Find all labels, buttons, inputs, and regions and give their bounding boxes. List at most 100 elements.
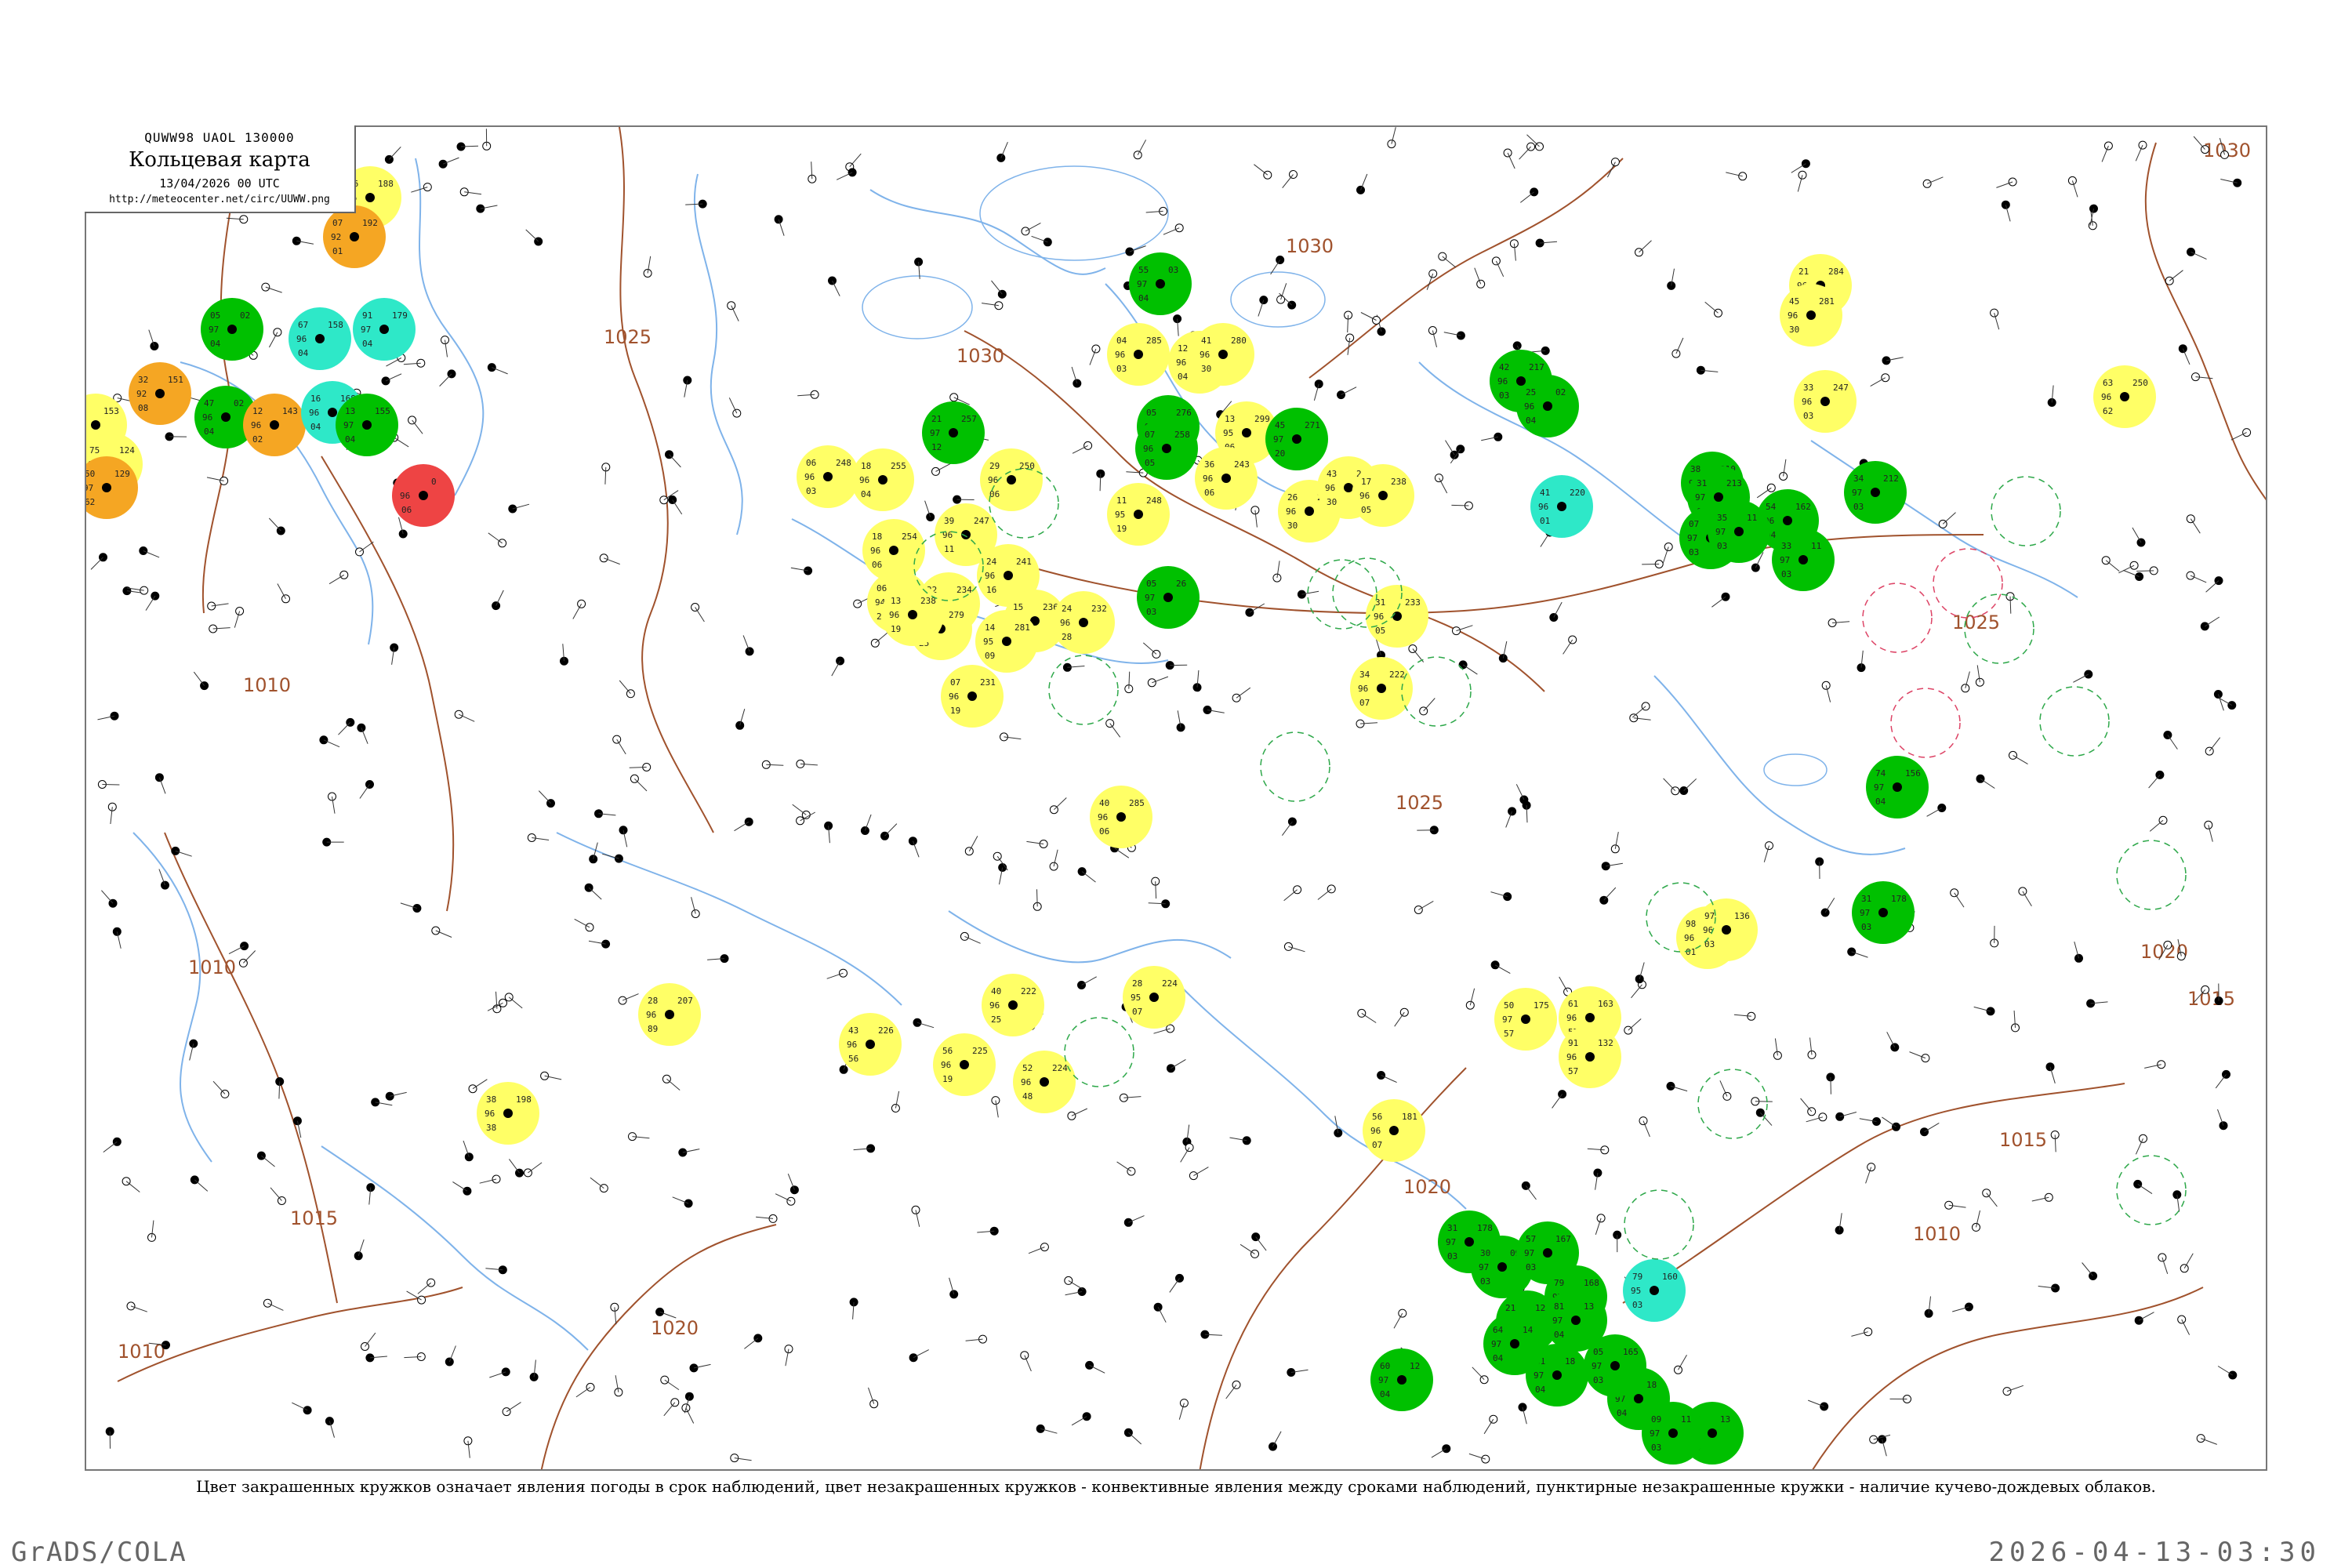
wind-barb (1472, 1367, 1485, 1381)
station-value: 62 (86, 497, 95, 507)
wind-barb (2183, 1253, 2194, 1269)
wind-barb (695, 607, 705, 622)
station-value: 26 (1287, 492, 1298, 503)
station-dot (1510, 1339, 1519, 1348)
station-value: 96 (988, 475, 998, 485)
wind-barb (1606, 162, 1616, 178)
wind-barb (359, 784, 370, 799)
station-yellow[interactable]: 139619238 (881, 583, 944, 646)
station-green[interactable]: 13 97 04 155 (336, 394, 398, 456)
station-green[interactable]: 55 97 04 03 (1129, 252, 1192, 315)
station-value: 47 (204, 398, 214, 408)
station-yellow[interactable]: 33 96 03 247 (1794, 370, 1857, 433)
wind-barb (1603, 887, 1617, 901)
station-marker (997, 289, 1007, 299)
station-marker (412, 904, 422, 913)
station-marker (463, 1186, 472, 1196)
station-yellow[interactable]: 14 95 09 281 (975, 610, 1038, 673)
station-marker (2165, 276, 2174, 285)
station-green[interactable]: 74 97 04 156 (1866, 756, 1929, 818)
station-yellow[interactable]: 28 96 89 207 (638, 983, 701, 1046)
station-value: 254 (902, 532, 917, 542)
station-yellow[interactable]: 41 96 30 280 (1192, 323, 1254, 386)
station-green[interactable]: 34 97 03 212 (1844, 461, 1907, 524)
station-value: 212 (1883, 474, 1899, 484)
station-value: 96 (1370, 1126, 1381, 1136)
station-value: 03 (1781, 569, 1791, 579)
wind-barb (1282, 174, 1294, 189)
station-yellow[interactable]: 56 96 07 181 (1363, 1099, 1425, 1162)
station-value: 96 (985, 571, 995, 581)
station-dot (379, 325, 389, 334)
wind-barb (103, 1141, 118, 1152)
station-value: 0 (431, 477, 437, 487)
station-yellow[interactable]: 24 96 28 232 (1052, 591, 1115, 654)
station-value: 143 (282, 406, 298, 416)
wind-barb (792, 804, 807, 815)
station-orange[interactable]: 12 96 02 143 (243, 394, 306, 456)
station-yellow[interactable]: 28 95 07 224 (1123, 966, 1185, 1029)
map-url[interactable]: http://meteocenter.net/circ/UUWW.png (85, 194, 354, 205)
station-dot (270, 420, 279, 430)
station-marker (853, 599, 862, 608)
station-yellow[interactable]: 43 96 56 226 (839, 1013, 902, 1076)
station-green[interactable]: 64 97 04 14 (1483, 1312, 1546, 1375)
station-dot (1820, 397, 1830, 406)
station-value: 18 (1565, 1356, 1575, 1367)
station-yellow[interactable]: 34 96 07 222 (1350, 657, 1413, 720)
station-cyan[interactable]: 79 95 03 160 (1623, 1259, 1686, 1322)
isobar-label: 1020 (1403, 1176, 1451, 1198)
station-yellow[interactable]: 979603136 (1695, 898, 1758, 961)
station-value: 43 (848, 1025, 858, 1036)
station-value: 03 (1499, 390, 1509, 401)
station-green[interactable]: 05 97 03 26 (1137, 566, 1200, 629)
station-yellow[interactable]: 91 96 57 132 (1559, 1025, 1621, 1088)
station-yellow[interactable]: 17 96 05 238 (1352, 464, 1414, 527)
station-green[interactable]: 60 97 04 12 (1370, 1348, 1433, 1411)
station-yellow[interactable]: 36 96 06 243 (1195, 447, 1258, 510)
wind-barb (775, 1193, 792, 1202)
station-yellow[interactable]: 45 96 30 281 (1780, 284, 1842, 347)
station-green[interactable]: 21 97 12 257 (922, 401, 985, 464)
station-yellow[interactable]: 50 97 57 175 (1494, 988, 1557, 1051)
station-yellow[interactable]: 18 96 04 255 (851, 448, 914, 511)
station-yellow[interactable]: 40 96 06 285 (1090, 786, 1152, 848)
station-orange[interactable]: 32 92 08 151 (129, 362, 191, 425)
station-orange[interactable]: 07 92 01 192 (323, 205, 386, 268)
wind-barb (2230, 432, 2247, 441)
station-cyan[interactable]: 67 96 04 158 (289, 307, 351, 370)
station-marker (1387, 140, 1396, 149)
station-green[interactable]: 33 97 03 11 (1772, 528, 1835, 591)
station-yellow[interactable]: 63 96 62 250 (2093, 365, 2156, 428)
station-yellow[interactable]: 56 96 19 225 (933, 1033, 996, 1096)
cb-rings (913, 468, 2187, 1260)
station-value: 55 (1138, 265, 1149, 275)
station-yellow[interactable]: 06 96 03 248 (797, 445, 859, 508)
map-frame[interactable]: 1030 1030 1030 1025 1025 1025 1020 1020 … (85, 125, 2267, 1471)
station-value: 97 (1145, 593, 1155, 603)
weather-map[interactable]: 1030 1030 1030 1025 1025 1025 1020 1020 … (86, 127, 2267, 1471)
station-yellow[interactable]: 04 96 03 285 (1107, 323, 1170, 386)
station-yellow[interactable]: 52 96 48 224 (1013, 1051, 1076, 1113)
station-yellow[interactable]: 38 96 38 198 (477, 1082, 539, 1145)
wind-barb (212, 1080, 226, 1094)
station-yellow[interactable]: 07 96 19 231 (941, 665, 1004, 728)
station-cyan[interactable]: 91 97 04 179 (353, 298, 416, 361)
station-red[interactable]: 96 06 0 (392, 464, 455, 527)
station-green[interactable]: 09 97 03 11 (1642, 1402, 1704, 1465)
station-green[interactable]: 35 97 03 11 (1708, 500, 1770, 563)
station-yellow[interactable]: 319605233 (1366, 585, 1428, 648)
station-green[interactable]: 31 97 03 178 (1852, 881, 1915, 944)
station-cyan[interactable]: 41 96 01 220 (1530, 475, 1593, 538)
station-yellow[interactable]: 11 95 19 248 (1107, 483, 1170, 546)
legend-caption: Цвет закрашенных кружков означает явлени… (196, 1477, 2156, 1496)
station-green[interactable]: 81 97 04 13 (1544, 1289, 1607, 1352)
footer-timestamp: 2026-04-13-03:30 (1988, 1537, 2321, 1568)
station-dot (102, 483, 111, 492)
station-green[interactable]: 45 97 20 271 (1265, 408, 1328, 470)
station-yellow[interactable]: 40 96 25 222 (982, 974, 1044, 1036)
station-green[interactable]: 25 96 04 02 (1516, 375, 1579, 437)
station-green[interactable]: 05 97 04 02 (201, 298, 263, 361)
station-green[interactable]: 07 96 05 258 (1135, 417, 1198, 480)
wind-barb (1632, 706, 1646, 718)
